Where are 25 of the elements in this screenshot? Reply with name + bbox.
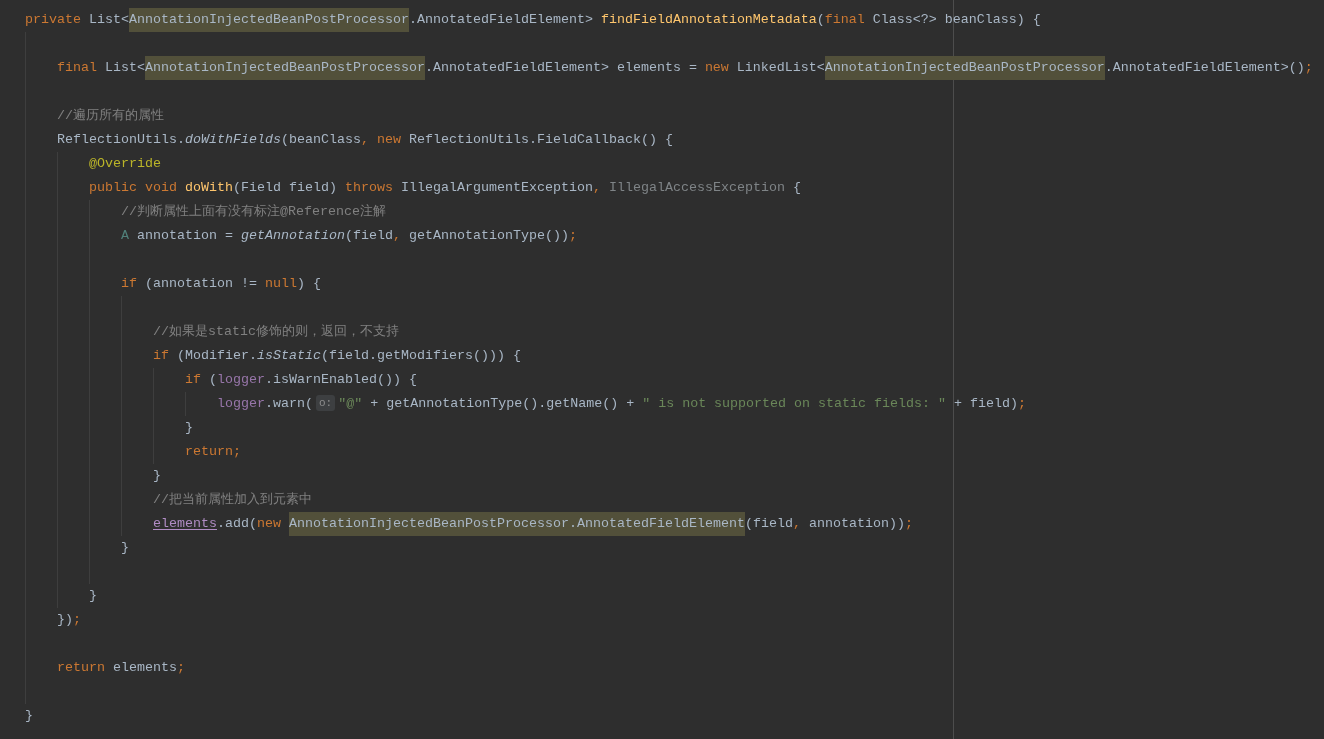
code-line: if (annotation != null) { [121, 276, 321, 291]
code-line: if (Modifier.isStatic(field.getModifiers())) { [153, 348, 521, 363]
code-line: ReflectionUtils.doWithFields(beanClass, new ReflectionUtils.FieldCallback() { [57, 132, 673, 147]
code-comment: //遍历所有的属性 [57, 108, 164, 123]
code-line: "@" + getAnnotationType().getName() + " is not supported on static fields: " + field); [338, 396, 1027, 411]
code-line: } [89, 588, 97, 603]
code-line: if (logger.isWarnEnabled()) { [185, 372, 417, 387]
code-line: } [185, 420, 193, 435]
code-line: @Override [89, 156, 161, 171]
code-line: elements.add(new AnnotationInjectedBeanPostProcessor.AnnotatedFieldElement(field, annotation)); [153, 512, 913, 536]
code-line: logger.warn( [217, 396, 313, 411]
code-line: final List<AnnotationInjectedBeanPostProcessor.AnnotatedFieldElement> elements = new LinkedList<AnnotationInjectedBeanPostProcessor.AnnotatedFieldElement>(); [57, 56, 1313, 80]
code-comment: //把当前属性加入到元素中 [153, 492, 312, 507]
parameter-hint: o: [316, 395, 336, 411]
code-line: public void doWith(Field field) throws IllegalArgumentException, IllegalAccessException { [89, 180, 801, 195]
code-line: return elements; [57, 660, 185, 675]
code-comment: //判断属性上面有没有标注@Reference注解 [121, 204, 386, 219]
code-line: return; [185, 444, 241, 459]
code-line: } [153, 468, 161, 483]
code-line: }); [57, 612, 81, 627]
code-line: A annotation = getAnnotation(field, getAnnotationType()); [121, 228, 577, 243]
code-line: } [25, 708, 33, 723]
code-line: private List<AnnotationInjectedBeanPostProcessor.AnnotatedFieldElement> findFieldAnnotationMetadata(final Class<?> beanClass) { [25, 8, 1041, 32]
code-comment: //如果是static修饰的则，返回，不支持 [153, 324, 399, 339]
code-line: } [121, 540, 129, 555]
